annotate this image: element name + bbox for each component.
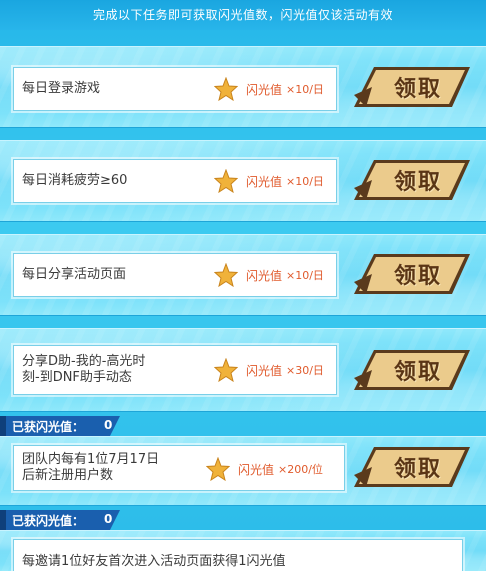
task-label-line2: 刻-到DNF助手动态 [22, 370, 132, 385]
claim-button[interactable]: 领取 [352, 252, 472, 296]
reward-name: 闪光值 [246, 363, 283, 378]
invite-task-label: 每邀请1位好友首次进入活动页面获得1闪光值 [22, 554, 286, 569]
task-label: 团队内每有1位7月17日 后新注册用户数 [22, 452, 159, 484]
flash-status-label: 已获闪光值： [12, 420, 85, 434]
star-icon [206, 457, 230, 481]
reward-info: 闪光值 ×30/日 [214, 358, 324, 382]
reward-name: 闪光值 [246, 82, 283, 97]
reward-multiplier: ×10/日 [286, 175, 324, 188]
flash-status-label: 已获闪光值： [12, 514, 85, 528]
flash-status: 已获闪光值： 0 [0, 416, 120, 436]
task-box: 分享D助-我的-高光时 刻-到DNF助手动态 闪光值 ×30/日 [13, 345, 337, 395]
claim-button[interactable]: 领取 [352, 445, 472, 489]
reward-multiplier: ×10/日 [286, 83, 324, 96]
reward-info: 闪光值 ×10/日 [214, 263, 324, 287]
reward-info: 闪光值 ×10/日 [214, 169, 324, 193]
task-card-5: 团队内每有1位7月17日 后新注册用户数 闪光值 ×200/位 领取 [0, 436, 486, 506]
task-card-invite: 每邀请1位好友首次进入活动页面获得1闪光值 [0, 530, 486, 571]
task-card-3: 每日分享活动页面 闪光值 ×10/日 领取 [0, 234, 486, 316]
star-icon [214, 169, 238, 193]
claim-button[interactable]: 领取 [352, 158, 472, 202]
reward-name: 闪光值 [246, 268, 283, 283]
task-label: 分享D助-我的-高光时 刻-到DNF助手动态 [22, 354, 145, 386]
star-icon [214, 263, 238, 287]
task-label: 每日登录游戏 [22, 81, 101, 96]
task-label: 每日消耗疲劳≥60 [22, 173, 128, 188]
reward-multiplier: ×200/位 [278, 463, 323, 476]
task-box: 每日分享活动页面 闪光值 ×10/日 [13, 253, 337, 297]
reward-info: 闪光值 ×200/位 [206, 457, 323, 481]
claim-label: 领取 [393, 77, 442, 102]
task-box: 每邀请1位好友首次进入活动页面获得1闪光值 [13, 539, 463, 571]
activity-page: 完成以下任务即可获取闪光值数，闪光值仅该活动有效 每日登录游戏 闪光值 ×10/… [0, 0, 486, 571]
reward-info: 闪光值 ×10/日 [214, 77, 324, 101]
top-note: 完成以下任务即可获取闪光值数，闪光值仅该活动有效 [0, 0, 486, 30]
reward-name: 闪光值 [238, 462, 275, 477]
reward-name: 闪光值 [246, 174, 283, 189]
claim-label: 领取 [393, 360, 442, 385]
reward-multiplier: ×10/日 [286, 269, 324, 282]
task-box: 每日消耗疲劳≥60 闪光值 ×10/日 [13, 159, 337, 203]
claim-button[interactable]: 领取 [352, 65, 472, 109]
task-label-line2: 后新注册用户数 [22, 468, 114, 483]
claim-label: 领取 [393, 170, 442, 195]
flash-status-value: 0 [104, 512, 113, 526]
task-box: 每日登录游戏 闪光值 ×10/日 [13, 67, 337, 111]
reward-multiplier: ×30/日 [286, 364, 324, 377]
claim-button[interactable]: 领取 [352, 348, 472, 392]
task-label-line1: 分享D助-我的-高光时 [22, 354, 146, 369]
star-icon [214, 77, 238, 101]
task-label-line1: 团队内每有1位7月17日 [22, 452, 160, 467]
star-icon [214, 358, 238, 382]
task-card-4: 分享D助-我的-高光时 刻-到DNF助手动态 闪光值 ×30/日 领取 [0, 328, 486, 412]
flash-status-value: 0 [104, 418, 113, 432]
claim-label: 领取 [393, 457, 442, 482]
task-label: 每日分享活动页面 [22, 267, 127, 282]
task-card-1: 每日登录游戏 闪光值 ×10/日 领取 [0, 46, 486, 128]
claim-label: 领取 [393, 264, 442, 289]
flash-status: 已获闪光值： 0 [0, 510, 120, 530]
task-box: 团队内每有1位7月17日 后新注册用户数 闪光值 ×200/位 [13, 445, 345, 491]
task-card-2: 每日消耗疲劳≥60 闪光值 ×10/日 领取 [0, 140, 486, 222]
